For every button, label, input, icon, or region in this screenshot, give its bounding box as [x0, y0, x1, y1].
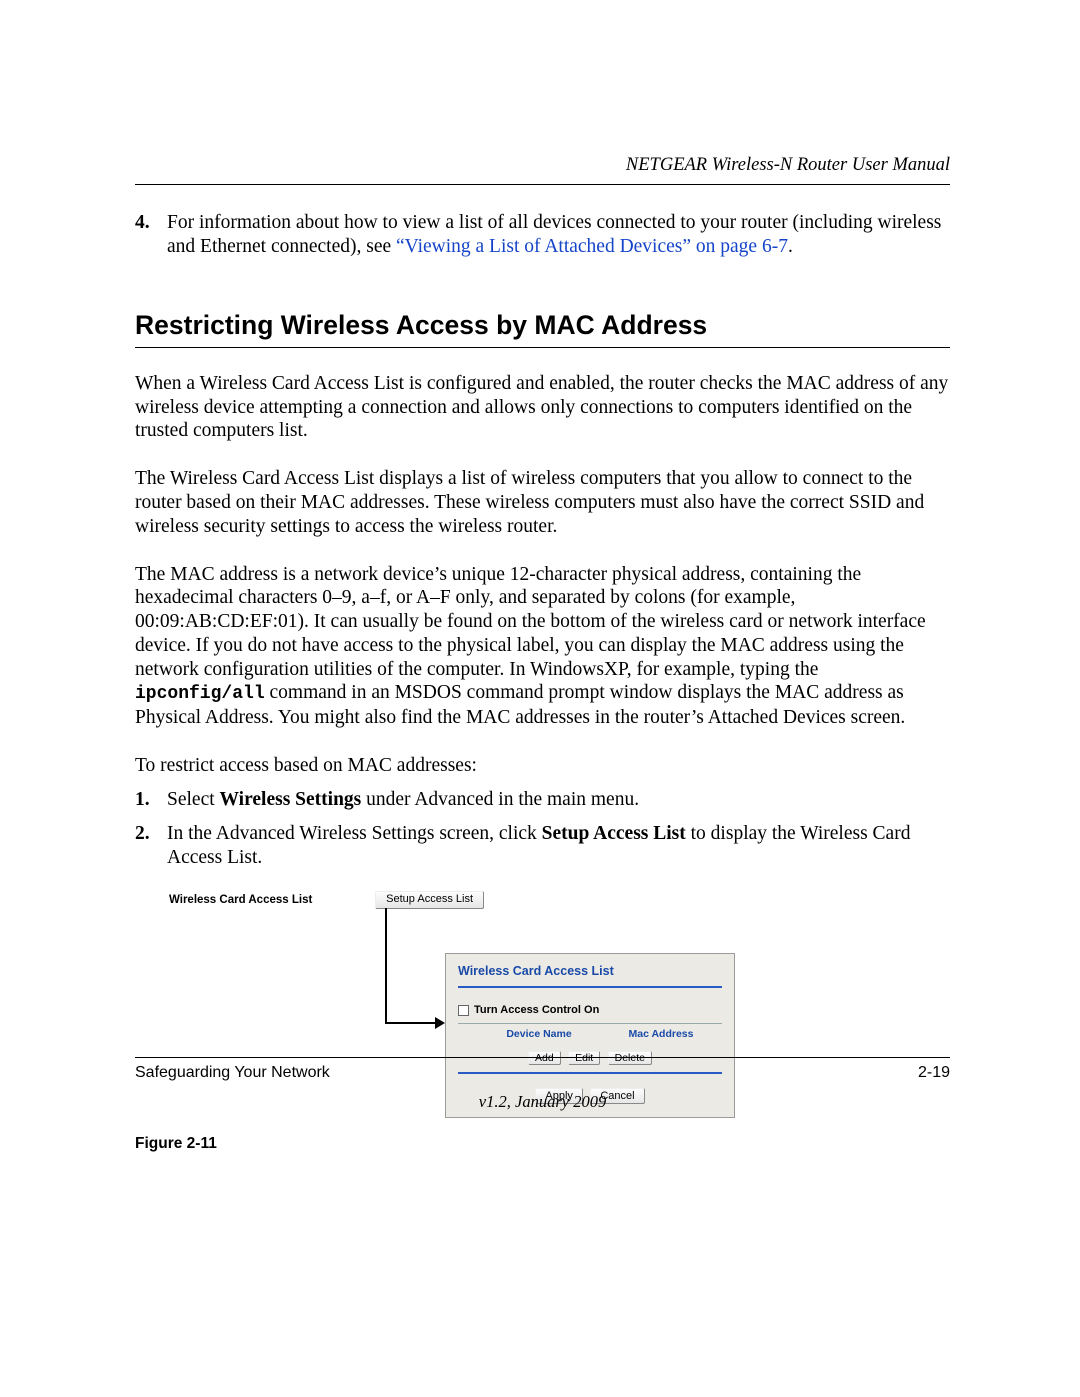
- footer-rule: [135, 1057, 950, 1058]
- footer-chapter: Safeguarding Your Network: [135, 1064, 330, 1082]
- paragraph-3: The MAC address is a network device’s un…: [135, 563, 950, 731]
- step-number-2: 2.: [135, 822, 167, 870]
- para3-a: The MAC address is a network device’s un…: [135, 564, 926, 680]
- step-number-4: 4.: [135, 211, 167, 259]
- section-heading: Restricting Wireless Access by MAC Addre…: [135, 309, 950, 341]
- step1-pre: Select: [167, 789, 220, 810]
- dialog-rule-top: [458, 986, 722, 988]
- footer-page-number: 2-19: [918, 1064, 950, 1082]
- step2-bold: Setup Access List: [542, 823, 686, 844]
- step-4-trailing: .: [788, 236, 793, 257]
- callout-arrow-icon: [435, 1017, 445, 1029]
- figure-caption: Figure 2-11: [135, 1135, 950, 1154]
- header-rule: [135, 184, 950, 185]
- paragraph-4: To restrict access based on MAC addresse…: [135, 754, 950, 778]
- running-header: NETGEAR Wireless-N Router User Manual: [135, 155, 950, 176]
- xref-attached-devices[interactable]: “Viewing a List of Attached Devices” on …: [396, 236, 788, 257]
- paragraph-2: The Wireless Card Access List displays a…: [135, 467, 950, 538]
- setup-access-list-button[interactable]: Setup Access List: [375, 891, 484, 908]
- dialog-title: Wireless Card Access List: [458, 964, 722, 979]
- col-mac-address: Mac Address: [600, 1028, 722, 1041]
- footer-version: v1.2, January 2009: [135, 1092, 950, 1112]
- section-rule: [135, 347, 950, 348]
- step-1-body: Select Wireless Settings under Advanced …: [167, 788, 950, 812]
- callout-line-horizontal: [385, 1022, 440, 1024]
- step1-bold: Wireless Settings: [220, 789, 362, 810]
- col-device-name: Device Name: [478, 1028, 600, 1041]
- acl-setting-row: Wireless Card Access List Setup Access L…: [169, 891, 484, 908]
- ipconfig-command: ipconfig/all: [135, 684, 265, 704]
- step2-pre: In the Advanced Wireless Settings screen…: [167, 823, 542, 844]
- paragraph-1: When a Wireless Card Access List is conf…: [135, 372, 950, 443]
- step-2-body: In the Advanced Wireless Settings screen…: [167, 822, 950, 870]
- dialog-rule-mid: [458, 1023, 722, 1024]
- dialog-table-header: Device Name Mac Address: [458, 1028, 722, 1041]
- turn-access-control-checkbox[interactable]: [458, 1005, 469, 1016]
- step1-post: under Advanced in the main menu.: [361, 789, 639, 810]
- turn-access-control-label: Turn Access Control On: [474, 1004, 599, 1017]
- step-4-body: For information about how to view a list…: [167, 211, 950, 259]
- callout-line-vertical: [385, 908, 387, 1023]
- acl-row-label: Wireless Card Access List: [169, 893, 312, 907]
- step-number-1: 1.: [135, 788, 167, 812]
